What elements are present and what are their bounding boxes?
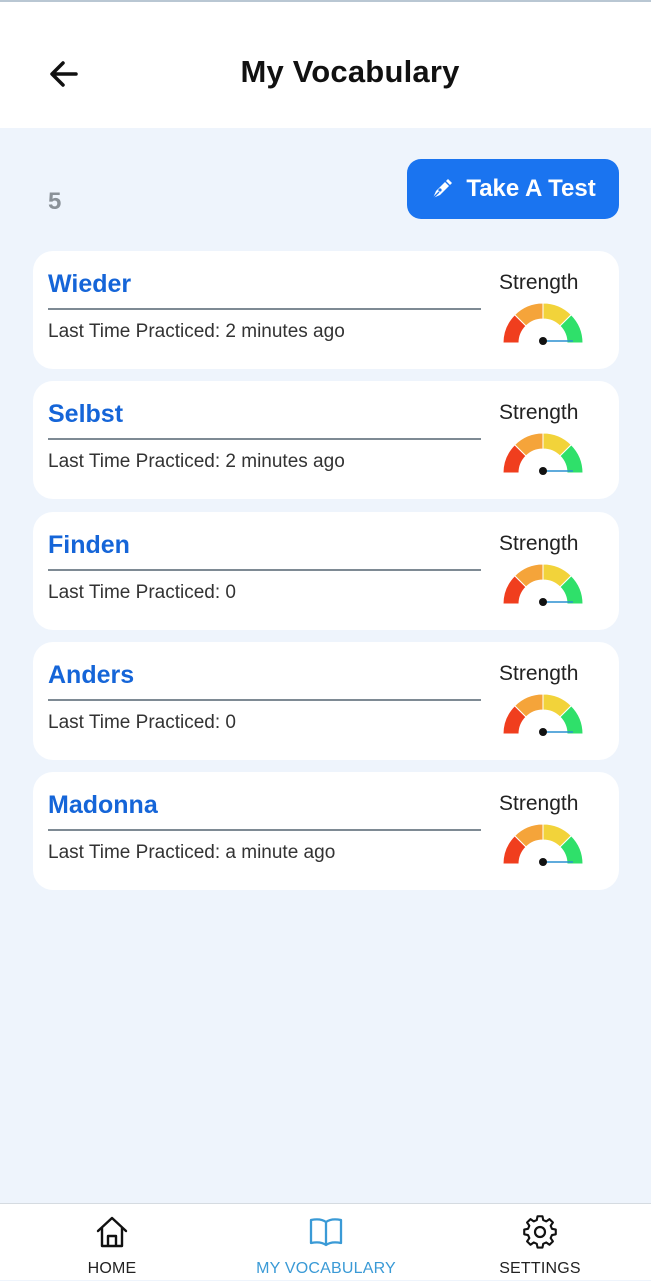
take-test-button[interactable]: Take A Test xyxy=(407,159,619,219)
word-title: Finden xyxy=(48,531,130,559)
last-practiced: Last Time Practiced: a minute ago xyxy=(48,842,336,863)
word-card[interactable]: Madonna Last Time Practiced: a minute ag… xyxy=(33,772,619,890)
nav-label-settings: SETTINGS xyxy=(499,1260,581,1277)
word-card[interactable]: Selbst Last Time Practiced: 2 minutes ag… xyxy=(33,381,619,499)
strength-gauge-icon xyxy=(502,563,584,606)
take-test-label: Take A Test xyxy=(466,175,596,202)
strength-gauge-icon xyxy=(502,432,584,475)
app-header: My Vocabulary xyxy=(0,2,651,128)
nav-item-settings[interactable]: SETTINGS xyxy=(440,1204,640,1281)
word-title: Selbst xyxy=(48,400,124,428)
word-card[interactable]: Anders Last Time Practiced: 0 Strength xyxy=(33,642,619,760)
strength-label: Strength xyxy=(499,271,579,294)
nav-item-home[interactable]: HOME xyxy=(12,1204,212,1281)
strength-gauge-icon xyxy=(502,823,584,866)
strength-gauge-icon xyxy=(502,302,584,345)
home-icon xyxy=(96,1216,128,1248)
last-practiced: Last Time Practiced: 0 xyxy=(48,582,236,603)
word-count: 5 xyxy=(48,188,62,215)
word-title: Wieder xyxy=(48,270,132,298)
last-practiced: Last Time Practiced: 0 xyxy=(48,712,236,733)
nav-label-my-vocabulary: MY VOCABULARY xyxy=(256,1260,396,1277)
strength-label: Strength xyxy=(499,401,579,424)
word-title: Anders xyxy=(48,661,135,689)
last-practiced: Last Time Practiced: 2 minutes ago xyxy=(48,321,345,342)
word-title: Madonna xyxy=(48,791,158,819)
divider xyxy=(48,438,481,440)
strength-gauge-icon xyxy=(502,693,584,736)
word-card[interactable]: Wieder Last Time Practiced: 2 minutes ag… xyxy=(33,251,619,369)
strength-label: Strength xyxy=(499,532,579,555)
strength-label: Strength xyxy=(499,792,579,815)
divider xyxy=(48,829,481,831)
divider xyxy=(48,308,481,310)
page-title: My Vocabulary xyxy=(240,54,460,89)
gear-icon xyxy=(523,1215,557,1249)
pen-icon xyxy=(432,179,453,199)
last-practiced: Last Time Practiced: 2 minutes ago xyxy=(48,451,345,472)
divider xyxy=(48,569,481,571)
bottom-navigation: HOME MY VOCABULARY SETTINGS xyxy=(0,1203,651,1280)
book-icon xyxy=(309,1218,343,1247)
strength-label: Strength xyxy=(499,662,579,685)
divider xyxy=(48,699,481,701)
nav-item-my-vocabulary[interactable]: MY VOCABULARY xyxy=(226,1204,426,1281)
word-card[interactable]: Finden Last Time Practiced: 0 Strength xyxy=(33,512,619,630)
nav-label-home: HOME xyxy=(87,1260,137,1277)
vocabulary-list: 5 Take A Test Wieder Last Time Practiced… xyxy=(0,128,651,1203)
